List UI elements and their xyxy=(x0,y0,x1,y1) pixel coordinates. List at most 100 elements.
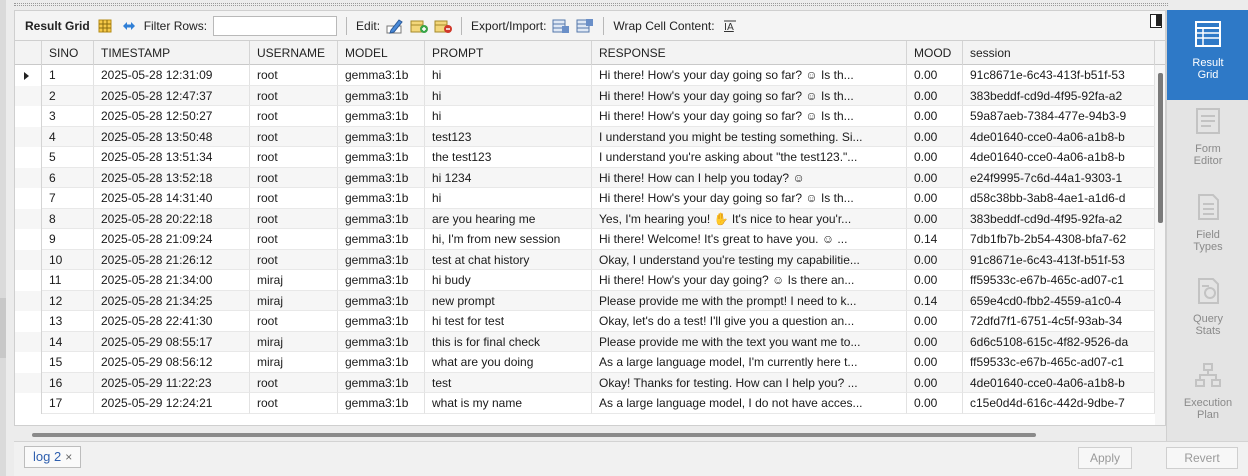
cell-prompt[interactable]: the test123 xyxy=(425,147,592,168)
cell-mood[interactable]: 0.00 xyxy=(907,249,963,270)
cell-model[interactable]: gemma3:1b xyxy=(338,85,425,106)
cell-username[interactable]: miraj xyxy=(250,290,338,311)
cell-model[interactable]: gemma3:1b xyxy=(338,372,425,393)
horizontal-scrollbar[interactable] xyxy=(32,433,1036,437)
cell-model[interactable]: gemma3:1b xyxy=(338,106,425,127)
side-item-result-grid[interactable]: Result Grid xyxy=(1167,10,1248,100)
cell-response[interactable]: Hi there! How's your day going? ☺ Is the… xyxy=(592,270,907,291)
cell-session[interactable]: d58c38bb-3ab8-4ae1-a1d6-d xyxy=(963,188,1155,209)
cell-mood[interactable]: 0.00 xyxy=(907,331,963,352)
cell-session[interactable]: 91c8671e-6c43-413f-b51f-53 xyxy=(963,249,1155,270)
cell-timestamp[interactable]: 2025-05-28 21:34:25 xyxy=(94,290,250,311)
row-marker[interactable] xyxy=(15,85,42,106)
cell-sino[interactable]: 6 xyxy=(42,167,94,188)
table-row[interactable]: 15 2025-05-29 08:56:12 miraj gemma3:1b what … xyxy=(15,352,1165,373)
cell-session[interactable]: e24f9995-7c6d-44a1-9303-1 xyxy=(963,167,1155,188)
table-row[interactable]: 9 2025-05-28 21:09:24 root gemma3:1b hi, I'm… xyxy=(15,229,1165,250)
cell-model[interactable]: gemma3:1b xyxy=(338,393,425,414)
cell-session[interactable]: 659e4cd0-fbb2-4559-a1c0-4 xyxy=(963,290,1155,311)
cell-timestamp[interactable]: 2025-05-28 22:41:30 xyxy=(94,311,250,332)
cell-sino[interactable]: 7 xyxy=(42,188,94,209)
cell-response[interactable]: Okay! Thanks for testing. How can I help… xyxy=(592,372,907,393)
column-header-prompt[interactable]: PROMPT xyxy=(425,41,592,65)
vertical-scroll-thumb[interactable] xyxy=(1158,73,1163,223)
cell-timestamp[interactable]: 2025-05-28 14:31:40 xyxy=(94,188,250,209)
cell-timestamp[interactable]: 2025-05-28 13:50:48 xyxy=(94,126,250,147)
cell-model[interactable]: gemma3:1b xyxy=(338,65,425,86)
cell-timestamp[interactable]: 2025-05-29 11:22:23 xyxy=(94,372,250,393)
cell-session[interactable]: 72dfd7f1-6751-4c5f-93ab-34 xyxy=(963,311,1155,332)
refresh-icon[interactable] xyxy=(120,17,138,35)
table-row[interactable]: 8 2025-05-28 20:22:18 root gemma3:1b are you… xyxy=(15,208,1165,229)
cell-prompt[interactable]: test xyxy=(425,372,592,393)
cell-session[interactable]: 7db1fb7b-2b54-4308-bfa7-62 xyxy=(963,229,1155,250)
cell-prompt[interactable]: new prompt xyxy=(425,290,592,311)
cell-prompt[interactable]: hi xyxy=(425,188,592,209)
cell-session[interactable]: 383beddf-cd9d-4f95-92fa-a2 xyxy=(963,208,1155,229)
cell-response[interactable]: Hi there! How's your day going so far? ☺… xyxy=(592,65,907,86)
table-row[interactable]: 7 2025-05-28 14:31:40 root gemma3:1b hi Hi th… xyxy=(15,188,1165,209)
cell-model[interactable]: gemma3:1b xyxy=(338,352,425,373)
cell-response[interactable]: Hi there! How can I help you today? ☺ xyxy=(592,167,907,188)
cell-timestamp[interactable]: 2025-05-28 21:34:00 xyxy=(94,270,250,291)
table-row[interactable]: 14 2025-05-29 08:55:17 miraj gemma3:1b this … xyxy=(15,331,1165,352)
cell-mood[interactable]: 0.00 xyxy=(907,85,963,106)
table-row[interactable]: 3 2025-05-28 12:50:27 root gemma3:1b hi Hi th… xyxy=(15,106,1165,127)
cell-sino[interactable]: 2 xyxy=(42,85,94,106)
cell-timestamp[interactable]: 2025-05-29 12:24:21 xyxy=(94,393,250,414)
cell-username[interactable]: root xyxy=(250,65,338,86)
cell-timestamp[interactable]: 2025-05-29 08:56:12 xyxy=(94,352,250,373)
table-row[interactable]: 16 2025-05-29 11:22:23 root gemma3:1b test Ok… xyxy=(15,372,1165,393)
cell-timestamp[interactable]: 2025-05-28 13:52:18 xyxy=(94,167,250,188)
row-marker[interactable] xyxy=(15,270,42,291)
delete-row-icon[interactable] xyxy=(434,17,453,35)
cell-sino[interactable]: 11 xyxy=(42,270,94,291)
cell-mood[interactable]: 0.00 xyxy=(907,106,963,127)
cell-model[interactable]: gemma3:1b xyxy=(338,311,425,332)
cell-username[interactable]: root xyxy=(250,147,338,168)
cell-username[interactable]: miraj xyxy=(250,270,338,291)
row-marker[interactable] xyxy=(15,372,42,393)
cell-model[interactable]: gemma3:1b xyxy=(338,249,425,270)
cell-mood[interactable]: 0.00 xyxy=(907,126,963,147)
cell-sino[interactable]: 3 xyxy=(42,106,94,127)
grid-view-icon[interactable] xyxy=(96,17,114,35)
vertical-scrollbar[interactable] xyxy=(1155,65,1165,425)
cell-timestamp[interactable]: 2025-05-29 08:55:17 xyxy=(94,331,250,352)
cell-sino[interactable]: 14 xyxy=(42,331,94,352)
cell-username[interactable]: root xyxy=(250,393,338,414)
cell-response[interactable]: Okay, I understand you're testing my cap… xyxy=(592,249,907,270)
import-icon[interactable] xyxy=(576,17,594,35)
cell-response[interactable]: As a large language model, I'm currently… xyxy=(592,352,907,373)
cell-timestamp[interactable]: 2025-05-28 21:26:12 xyxy=(94,249,250,270)
cell-response[interactable]: Hi there! Welcome! It's great to have yo… xyxy=(592,229,907,250)
cell-mood[interactable]: 0.00 xyxy=(907,208,963,229)
cell-mood[interactable]: 0.14 xyxy=(907,290,963,311)
cell-prompt[interactable]: test at chat history xyxy=(425,249,592,270)
cell-sino[interactable]: 4 xyxy=(42,126,94,147)
cell-response[interactable]: Hi there! How's your day going so far? ☺… xyxy=(592,106,907,127)
cell-timestamp[interactable]: 2025-05-28 12:47:37 xyxy=(94,85,250,106)
cell-mood[interactable]: 0.00 xyxy=(907,147,963,168)
table-row[interactable]: 12 2025-05-28 21:34:25 miraj gemma3:1b new p… xyxy=(15,290,1165,311)
cell-timestamp[interactable]: 2025-05-28 13:51:34 xyxy=(94,147,250,168)
cell-mood[interactable]: 0.00 xyxy=(907,188,963,209)
table-row[interactable]: 4 2025-05-28 13:50:48 root gemma3:1b test123… xyxy=(15,126,1165,147)
cell-username[interactable]: root xyxy=(250,372,338,393)
cell-timestamp[interactable]: 2025-05-28 12:50:27 xyxy=(94,106,250,127)
cell-response[interactable]: Please provide me with the prompt! I nee… xyxy=(592,290,907,311)
column-header-username[interactable]: USERNAME xyxy=(250,41,338,65)
cell-model[interactable]: gemma3:1b xyxy=(338,188,425,209)
cell-model[interactable]: gemma3:1b xyxy=(338,147,425,168)
row-marker[interactable] xyxy=(15,393,42,414)
cell-username[interactable]: root xyxy=(250,85,338,106)
cell-username[interactable]: root xyxy=(250,311,338,332)
cell-sino[interactable]: 5 xyxy=(42,147,94,168)
cell-mood[interactable]: 0.00 xyxy=(907,352,963,373)
cell-sino[interactable]: 16 xyxy=(42,372,94,393)
cell-username[interactable]: miraj xyxy=(250,331,338,352)
cell-prompt[interactable]: what is my name xyxy=(425,393,592,414)
cell-model[interactable]: gemma3:1b xyxy=(338,126,425,147)
cell-username[interactable]: root xyxy=(250,167,338,188)
row-marker[interactable] xyxy=(15,126,42,147)
